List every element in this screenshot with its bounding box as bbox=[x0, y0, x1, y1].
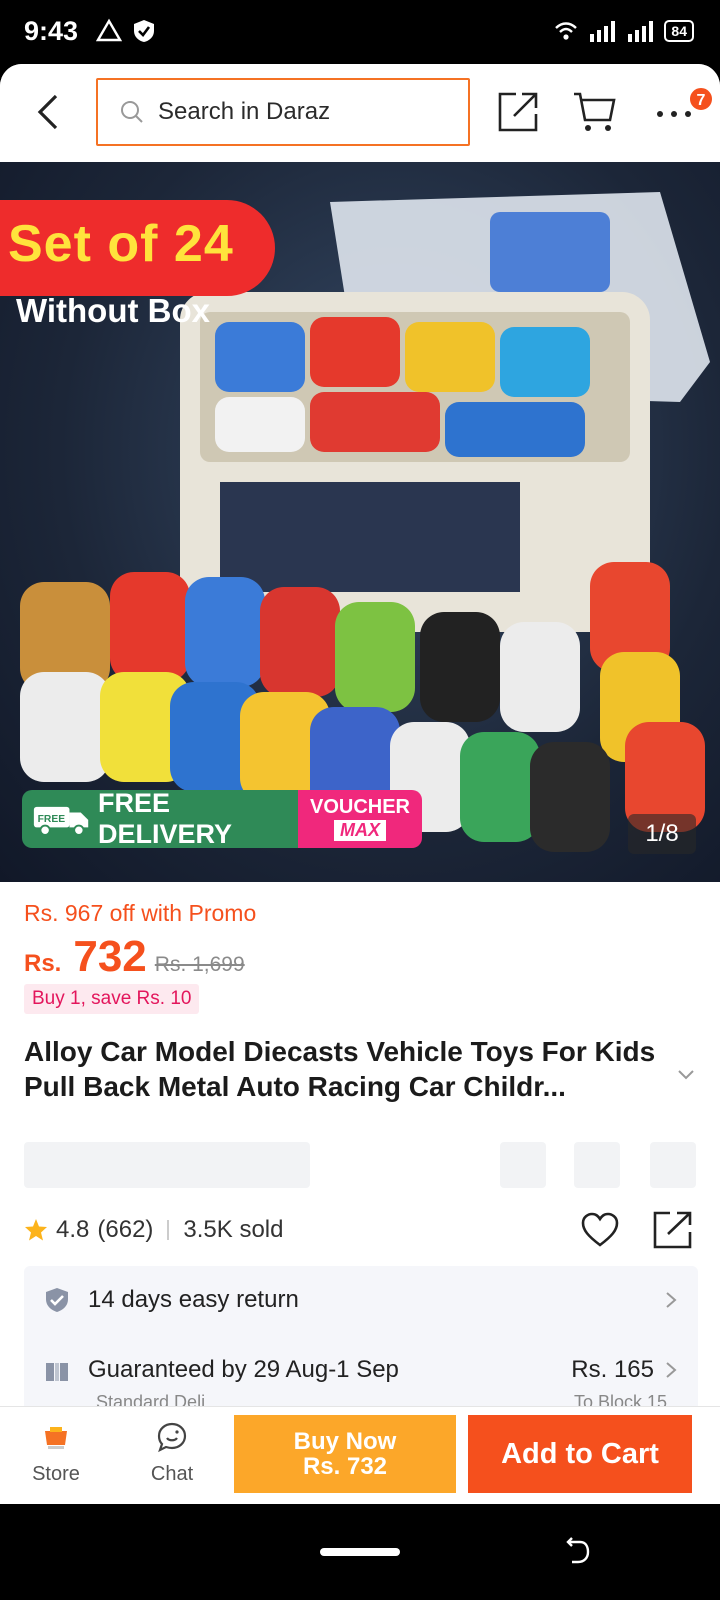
delivery-row[interactable]: Guaranteed by 29 Aug-1 Sep Rs. 165 bbox=[24, 1340, 698, 1400]
currency-label: Rs. bbox=[24, 950, 62, 977]
shield-check-icon bbox=[46, 1288, 68, 1312]
rating-row[interactable]: 4.8 (662) 3.5K sold bbox=[24, 1216, 283, 1244]
review-count: (662) bbox=[97, 1216, 154, 1243]
warning-icon bbox=[96, 18, 122, 42]
chat-label: Chat bbox=[150, 1463, 194, 1485]
promo-subtitle: Without Box bbox=[16, 292, 210, 329]
delivery-price: Rs. 165 bbox=[571, 1356, 654, 1383]
share-icon[interactable] bbox=[652, 1210, 694, 1250]
chevron-down-icon[interactable] bbox=[676, 1064, 696, 1084]
promo-banner: Set of 24 bbox=[0, 200, 275, 296]
buy-now-label: Buy Now bbox=[293, 1428, 397, 1455]
signal-icon-2 bbox=[628, 21, 654, 42]
save-tag[interactable]: Buy 1, save Rs. 10 bbox=[24, 984, 200, 1014]
divider bbox=[167, 1220, 170, 1240]
battery-indicator: 84 bbox=[664, 20, 694, 42]
rating-value: 4.8 bbox=[56, 1216, 90, 1243]
heart-icon[interactable] bbox=[580, 1210, 620, 1250]
signal-icon bbox=[590, 21, 616, 42]
add-to-cart-button[interactable]: Add to Cart bbox=[468, 1415, 692, 1493]
free-delivery-badge: FREE FREE DELIVERY bbox=[22, 788, 298, 849]
delivery-label: Guaranteed by 29 Aug-1 Sep bbox=[88, 1356, 399, 1383]
home-gesture-bar[interactable] bbox=[320, 1548, 400, 1556]
voucher-label: VOUCHER bbox=[309, 796, 410, 818]
product-page: Search in Daraz 7 Set of 24 Without Box … bbox=[0, 64, 720, 1504]
return-policy-row[interactable]: 14 days easy return bbox=[24, 1270, 698, 1330]
star-icon bbox=[25, 1219, 47, 1241]
free-delivery-text: FREE DELIVERY bbox=[97, 788, 232, 849]
buy-now-price: Rs. 732 bbox=[302, 1453, 388, 1480]
bottom-action-bar: Store Chat Buy Now Rs. 732 Add to Cart bbox=[0, 1406, 720, 1504]
delivery-truck-icon: FREE bbox=[33, 806, 89, 836]
status-icons-left bbox=[96, 18, 156, 44]
promo-discount-text: Rs. 967 off with Promo bbox=[24, 900, 257, 926]
voucher-max-badge: VOUCHER MAX bbox=[298, 790, 422, 848]
store-icon bbox=[45, 1427, 67, 1449]
buy-now-button[interactable]: Buy Now Rs. 732 bbox=[234, 1415, 456, 1493]
free-tag: FREE bbox=[38, 814, 66, 825]
current-price: 732 bbox=[73, 932, 147, 981]
status-bar: 9:43 84 bbox=[0, 0, 720, 64]
top-bar: Search in Daraz 7 bbox=[0, 64, 720, 162]
price-row: Rs. 732 Rs. 1,699 bbox=[24, 932, 245, 982]
status-icons-right: 84 bbox=[554, 20, 694, 42]
voucher-max-label: MAX bbox=[334, 820, 386, 841]
rotate-icon[interactable] bbox=[560, 1536, 592, 1568]
original-price: Rs. 1,699 bbox=[154, 953, 245, 976]
package-icon bbox=[46, 1359, 68, 1381]
status-time: 9:43 bbox=[24, 16, 79, 46]
chevron-right-icon bbox=[666, 1362, 677, 1378]
product-image[interactable]: Set of 24 Without Box FREE FREE DELIVERY… bbox=[0, 162, 720, 882]
promo-title: Set of 24 bbox=[8, 215, 234, 273]
loading-placeholder-wide bbox=[24, 1142, 310, 1188]
search-input[interactable]: Search in Daraz bbox=[96, 78, 470, 146]
cart-icon[interactable] bbox=[572, 88, 618, 134]
product-title[interactable]: Alloy Car Model Diecasts Vehicle Toys Fo… bbox=[24, 1034, 656, 1104]
search-placeholder: Search in Daraz bbox=[158, 98, 331, 125]
loading-placeholder bbox=[500, 1142, 546, 1188]
image-counter: 1/8 bbox=[628, 814, 696, 854]
return-policy-label: 14 days easy return bbox=[88, 1286, 299, 1313]
share-icon[interactable] bbox=[496, 90, 540, 134]
sold-count: 3.5K sold bbox=[183, 1216, 284, 1243]
chat-button[interactable]: Chat bbox=[132, 1421, 212, 1486]
system-nav-bar bbox=[0, 1504, 720, 1600]
chevron-right-icon bbox=[666, 1292, 677, 1308]
store-label: Store bbox=[32, 1463, 80, 1485]
shield-icon bbox=[134, 20, 154, 42]
loading-placeholder bbox=[650, 1142, 696, 1188]
loading-placeholder bbox=[574, 1142, 620, 1188]
wifi-icon bbox=[555, 22, 578, 40]
store-button[interactable]: Store bbox=[16, 1421, 96, 1486]
cart-count-badge: 7 bbox=[688, 86, 714, 112]
chat-icon bbox=[157, 1422, 187, 1453]
back-arrow-icon[interactable] bbox=[30, 88, 70, 136]
search-icon bbox=[121, 101, 143, 123]
